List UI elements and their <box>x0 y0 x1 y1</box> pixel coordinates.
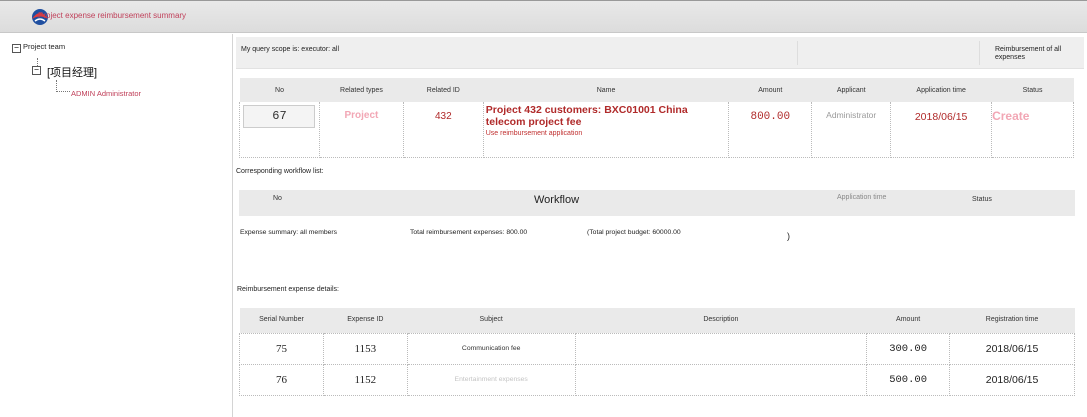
column-header-related-types: Related types <box>319 78 404 102</box>
column-header-expense-id: Expense ID <box>323 308 408 333</box>
column-header-application-time: Application time <box>890 78 992 102</box>
cell-amount: 300.00 <box>866 332 951 365</box>
application-name: Project 432 customers: BXC01001 China te… <box>485 104 688 128</box>
table-row: 67 Project 432 Project 432 customers: BX… <box>239 102 1074 158</box>
column-header-amount: Amount <box>728 78 812 102</box>
main-panel: My query scope is: executor: all Reimbur… <box>234 34 1087 417</box>
tree-collapse-icon[interactable]: − <box>12 44 21 53</box>
cell-description <box>574 332 868 365</box>
details-caption: Reimbursement expense details: <box>237 286 339 293</box>
table-row[interactable]: 75 1153 Communication fee 300.00 2018/06… <box>239 332 1075 365</box>
column-header-description: Description <box>575 308 867 333</box>
table-header-row: Serial Number Expense ID Subject Descrip… <box>239 308 1075 333</box>
application-no-button[interactable]: 67 <box>243 105 316 128</box>
cell-registration-time: 2018/06/15 <box>949 363 1075 396</box>
tree-collapse-icon[interactable]: − <box>32 66 41 75</box>
cell-subject: Communication fee <box>406 332 576 365</box>
title-bar: Project expense reimbursement summary <box>0 0 1087 33</box>
tree-node-project-team[interactable]: Project team <box>23 42 65 51</box>
column-header-no: No <box>239 78 320 102</box>
cell-application-time: 2018/06/15 <box>890 102 993 158</box>
cell-applicant: Administrator <box>811 102 892 158</box>
workflow-list-caption: Corresponding workflow list: <box>236 168 324 175</box>
column-header-amount: Amount <box>866 308 950 333</box>
tree-node-administrator[interactable]: ADMIN Administrator <box>71 89 141 98</box>
column-header-application-time: Application time <box>837 194 887 201</box>
cell-expense-id: 1152 <box>322 363 408 396</box>
column-header-registration-time: Registration time <box>949 308 1075 333</box>
use-reimbursement-link[interactable]: Use reimbursement application <box>486 130 729 138</box>
column-header-status: Status <box>972 196 992 203</box>
column-header-related-id: Related ID <box>403 78 484 102</box>
cell-description <box>574 363 868 396</box>
application-table: No Related types Related ID Name Amount … <box>239 78 1074 158</box>
status-create-link[interactable]: Create <box>991 102 1074 158</box>
cell-amount: 500.00 <box>866 363 951 396</box>
cell-no: 67 <box>239 102 320 158</box>
summary-closing-paren: ) <box>787 231 790 241</box>
table-header-row: No Related types Related ID Name Amount … <box>239 78 1074 102</box>
cell-related-type[interactable]: Project <box>318 102 404 158</box>
app-window: Project expense reimbursement summary − … <box>0 0 1087 417</box>
column-header-serial-number: Serial Number <box>239 308 324 333</box>
cell-subject: Entertainment expenses <box>406 363 576 396</box>
query-scope-text: My query scope is: executor: all <box>241 46 340 53</box>
cell-related-id: 432 <box>402 102 484 158</box>
cell-registration-time: 2018/06/15 <box>949 332 1075 365</box>
project-tree: − Project team − [项目经理] ADMIN Administra… <box>0 34 233 417</box>
column-header-subject: Subject <box>407 308 576 333</box>
cell-amount: 800.00 <box>728 102 813 158</box>
tree-node-project-manager[interactable]: [项目经理] <box>47 64 97 80</box>
divider <box>797 41 798 65</box>
column-header-no: No <box>273 195 282 202</box>
cell-name: Project 432 customers: BXC01001 China te… <box>482 102 730 158</box>
column-header-workflow: Workflow <box>534 194 580 206</box>
tree-connector <box>56 80 70 92</box>
all-expenses-link[interactable]: Reimbursement of all expenses <box>979 41 1083 65</box>
expense-summary: Expense summary: all members Total reimb… <box>240 229 1080 241</box>
expense-details-table: Serial Number Expense ID Subject Descrip… <box>239 308 1075 396</box>
cell-serial: 76 <box>239 363 324 396</box>
workflow-table-header: No Workflow Application time Status <box>239 190 1075 216</box>
column-header-name: Name <box>483 78 729 102</box>
cell-expense-id: 1153 <box>322 332 408 365</box>
table-row[interactable]: 76 1152 Entertainment expenses 500.00 20… <box>239 363 1075 396</box>
page-title: Project expense reimbursement summary <box>38 11 187 20</box>
column-header-applicant: Applicant <box>811 78 891 102</box>
column-header-status: Status <box>991 78 1074 102</box>
cell-serial: 75 <box>239 332 324 365</box>
summary-budget: (Total project budget: 60000.00 <box>587 229 681 236</box>
query-scope-bar: My query scope is: executor: all Reimbur… <box>236 37 1084 69</box>
summary-scope: Expense summary: all members <box>240 229 338 236</box>
summary-total: Total reimbursement expenses: 800.00 <box>410 229 528 236</box>
